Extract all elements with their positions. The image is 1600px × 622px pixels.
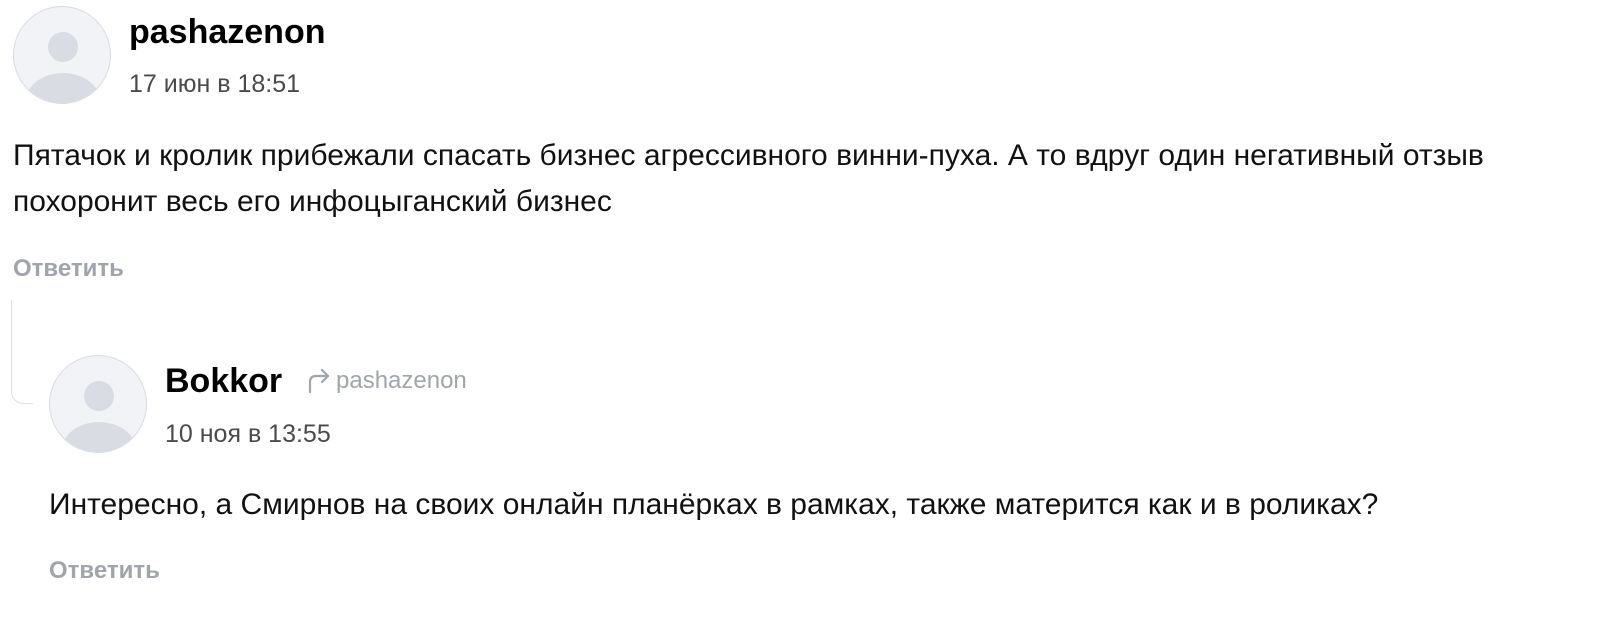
user-placeholder-icon <box>61 381 137 452</box>
reply-arrow-icon <box>308 368 330 394</box>
reply-to-link[interactable]: pashazenon <box>306 366 467 396</box>
comment-author[interactable]: Bokkor <box>165 361 282 401</box>
comment-text: Интересно, а Смирнов на своих онлайн пла… <box>49 488 1379 521</box>
reply-to-username: pashazenon <box>336 367 467 394</box>
user-placeholder-icon <box>25 32 101 103</box>
comment-bokkor: Bokkor pashazenon 10 ноя в 13:55 Интерес… <box>0 340 1600 622</box>
comment-text: Пятачок и кролик прибежали спасать бизне… <box>13 139 1484 218</box>
comment-author[interactable]: pashazenon <box>129 12 325 52</box>
comment-pashazenon: pashazenon 17 июн в 18:51 Пятачок и крол… <box>0 0 1600 300</box>
avatar[interactable] <box>49 355 147 453</box>
comment-date[interactable]: 17 июн в 18:51 <box>129 69 300 99</box>
reply-button[interactable]: Ответить <box>49 556 160 586</box>
avatar[interactable] <box>13 6 111 104</box>
reply-button[interactable]: Ответить <box>13 254 124 284</box>
comment-date[interactable]: 10 ноя в 13:55 <box>165 419 331 449</box>
